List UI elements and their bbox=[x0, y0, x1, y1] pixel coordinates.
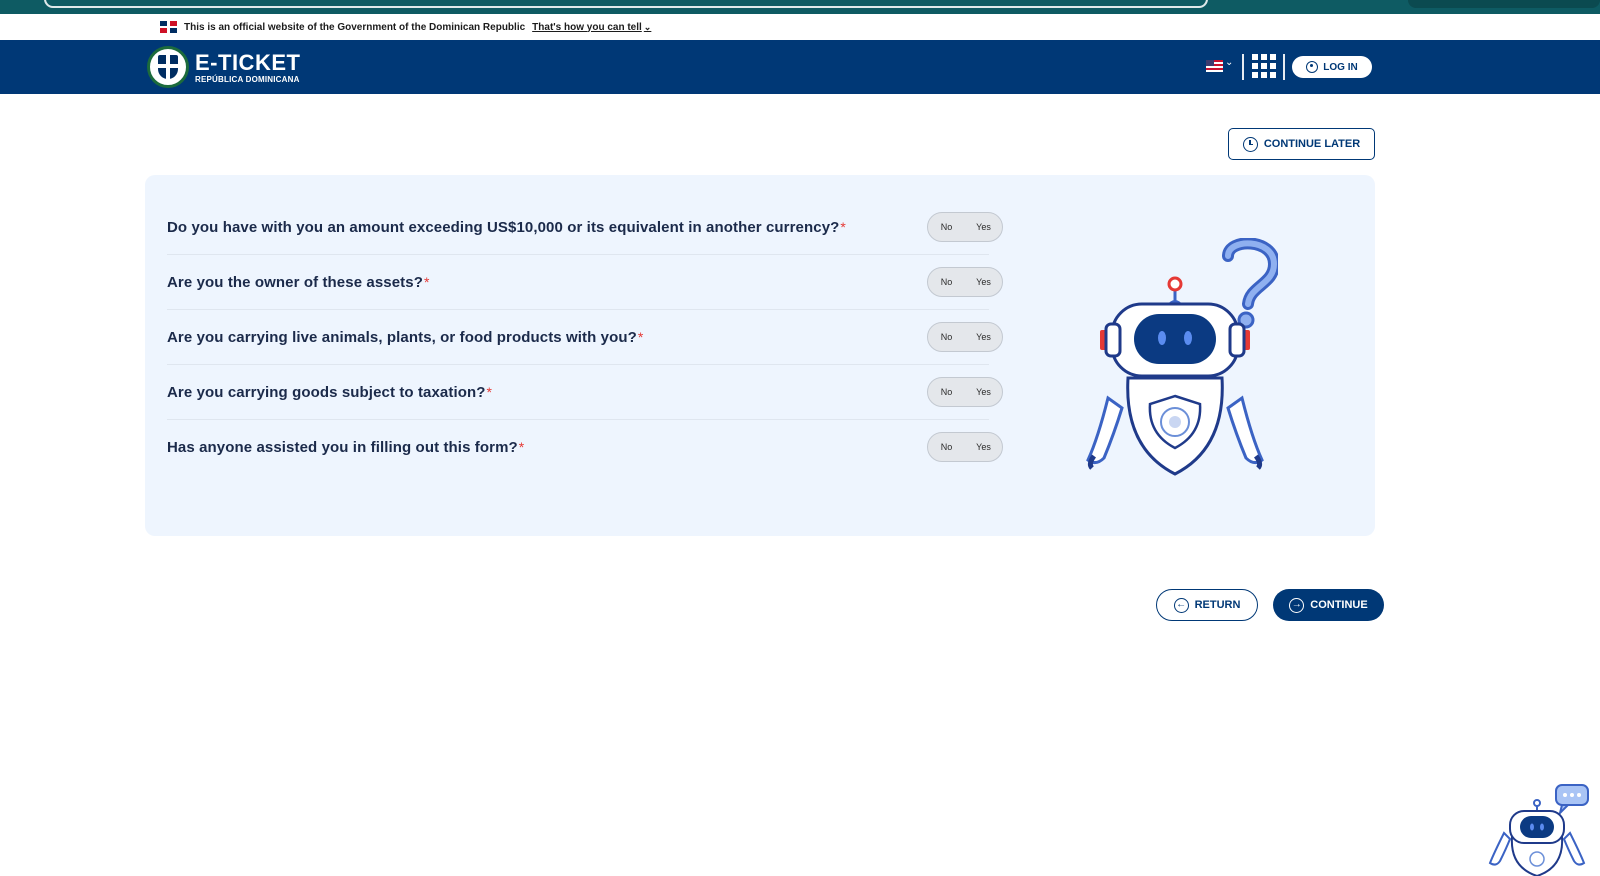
question-text: Are you carrying live animals, plants, o… bbox=[167, 328, 637, 346]
toggle-no-option[interactable]: No bbox=[930, 222, 964, 232]
site-header: E-TICKET REPÚBLICA DOMINICANA ⌄ LOG IN bbox=[0, 40, 1600, 94]
continue-later-button[interactable]: CONTINUE LATER bbox=[1228, 128, 1375, 160]
question-text: Are you the owner of these assets? bbox=[167, 273, 423, 291]
login-button[interactable]: LOG IN bbox=[1292, 56, 1372, 78]
clock-icon bbox=[1242, 136, 1258, 152]
owner-toggle[interactable]: No Yes bbox=[927, 267, 1003, 297]
required-marker: * bbox=[518, 439, 525, 455]
taxable-goods-toggle[interactable]: No Yes bbox=[927, 377, 1003, 407]
question-text: Has anyone assisted you in filling out t… bbox=[167, 438, 518, 456]
shield-icon bbox=[158, 55, 178, 79]
toggle-no-option[interactable]: No bbox=[930, 277, 964, 287]
dominican-flag-icon bbox=[160, 21, 177, 33]
chatbot-launcher-icon[interactable] bbox=[1488, 783, 1598, 876]
gov-banner-link-label: That's how you can tell bbox=[532, 21, 642, 33]
grid-apps-icon[interactable] bbox=[1252, 54, 1276, 78]
browser-top-strip bbox=[0, 0, 1600, 14]
toggle-yes-option[interactable]: Yes bbox=[967, 222, 1001, 232]
gov-banner-text: This is an official website of the Gover… bbox=[184, 21, 526, 33]
header-divider bbox=[1283, 54, 1285, 80]
chevron-down-icon: ⌄ bbox=[643, 21, 652, 32]
currency-toggle[interactable]: No Yes bbox=[927, 212, 1003, 242]
required-marker: * bbox=[840, 219, 846, 235]
row-divider bbox=[167, 364, 989, 365]
toggle-yes-option[interactable]: Yes bbox=[967, 442, 1001, 452]
continue-later-label: CONTINUE LATER bbox=[1263, 138, 1361, 150]
continue-button[interactable]: → CONTINUE bbox=[1273, 589, 1384, 621]
row-divider bbox=[167, 419, 989, 420]
required-marker: * bbox=[637, 329, 644, 345]
arrow-left-icon: ← bbox=[1173, 597, 1189, 613]
gov-banner-link[interactable]: That's how you can tell ⌄ bbox=[532, 22, 651, 33]
header-divider bbox=[1242, 54, 1244, 80]
return-button-label: RETURN bbox=[1194, 599, 1241, 611]
question-mark-icon bbox=[1222, 238, 1278, 329]
toggle-yes-option[interactable]: Yes bbox=[967, 387, 1001, 397]
site-subtitle: REPÚBLICA DOMINICANA bbox=[195, 75, 300, 84]
question-text: Are you carrying goods subject to taxati… bbox=[167, 383, 486, 401]
login-button-label: LOG IN bbox=[1323, 61, 1358, 73]
robot-mascot-illustration bbox=[1086, 238, 1278, 476]
toggle-no-option[interactable]: No bbox=[930, 387, 964, 397]
user-icon bbox=[1306, 61, 1319, 73]
site-title[interactable]: E-TICKET bbox=[195, 50, 300, 76]
row-divider bbox=[167, 309, 989, 310]
coat-of-arms-logo[interactable] bbox=[147, 46, 189, 88]
arrow-right-icon: → bbox=[1289, 597, 1305, 613]
row-divider bbox=[167, 254, 989, 255]
chevron-down-icon[interactable]: ⌄ bbox=[1225, 57, 1233, 68]
toggle-yes-option[interactable]: Yes bbox=[967, 332, 1001, 342]
return-button[interactable]: ← RETURN bbox=[1156, 589, 1258, 621]
browser-address-bar[interactable] bbox=[44, 0, 1208, 8]
required-marker: * bbox=[486, 384, 492, 400]
government-banner: This is an official website of the Gover… bbox=[0, 14, 1600, 40]
required-marker: * bbox=[423, 274, 430, 290]
toggle-no-option[interactable]: No bbox=[930, 442, 964, 452]
assisted-toggle[interactable]: No Yes bbox=[927, 432, 1003, 462]
toggle-no-option[interactable]: No bbox=[930, 332, 964, 342]
toggle-yes-option[interactable]: Yes bbox=[967, 277, 1001, 287]
animals-plants-toggle[interactable]: No Yes bbox=[927, 322, 1003, 352]
browser-toolbar-pill bbox=[1408, 0, 1600, 8]
continue-button-label: CONTINUE bbox=[1310, 599, 1368, 611]
question-text: Do you have with you an amount exceeding… bbox=[167, 218, 840, 236]
us-flag-icon[interactable] bbox=[1206, 60, 1223, 72]
